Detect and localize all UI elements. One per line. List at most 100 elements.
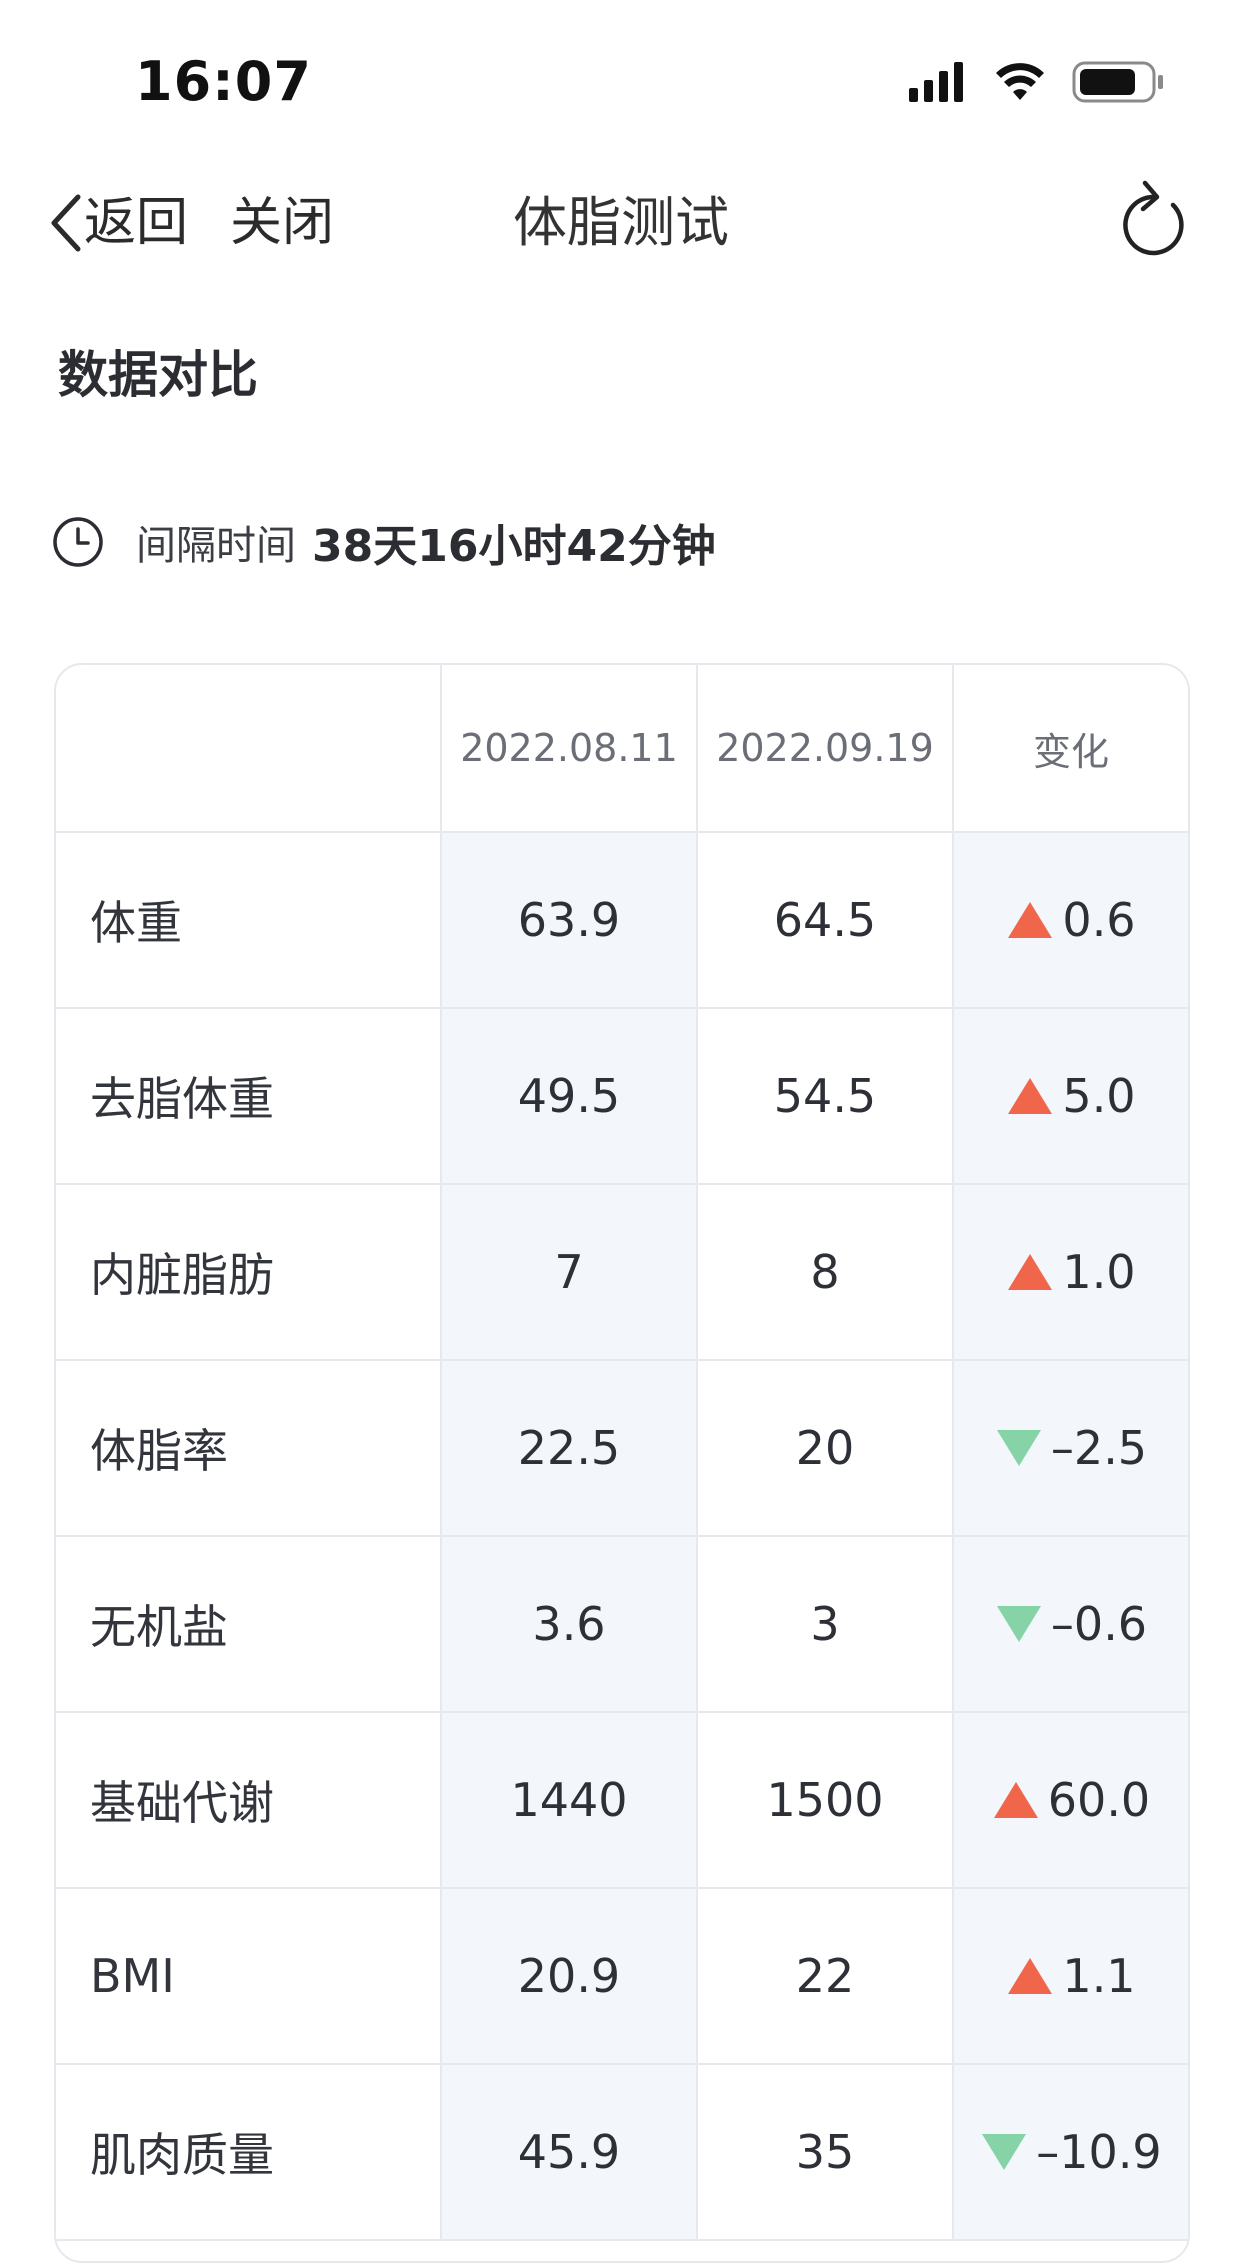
metric-name: 体脂率 bbox=[90, 1424, 228, 1478]
value-date2: 64.5 bbox=[773, 893, 877, 947]
value-date1: 22.5 bbox=[517, 1421, 621, 1475]
value-date2-cell: 22 bbox=[698, 1889, 954, 2063]
value-date1-cell: 22.5 bbox=[442, 1361, 698, 1535]
value-date1: 3.6 bbox=[532, 1597, 606, 1651]
metric-name: 内脏脂肪 bbox=[90, 1248, 274, 1302]
value-date2: 3 bbox=[810, 1597, 840, 1651]
header-cell-date1: 2022.08.11 bbox=[442, 665, 698, 831]
metric-name-cell: 去脂体重 bbox=[56, 1009, 442, 1183]
change-cell: –2.5 bbox=[954, 1361, 1188, 1535]
status-time: 16:07 bbox=[135, 50, 312, 113]
interval-value: 38天16小时42分钟 bbox=[312, 521, 716, 572]
change-cell: 5.0 bbox=[954, 1009, 1188, 1183]
value-date1: 20.9 bbox=[517, 1949, 621, 2003]
triangle-up-icon bbox=[993, 1782, 1038, 1818]
value-date1: 63.9 bbox=[517, 893, 621, 947]
value-date1-cell: 7 bbox=[442, 1185, 698, 1359]
back-button[interactable]: 返回 bbox=[48, 185, 188, 261]
metric-name-cell: 体重 bbox=[56, 833, 442, 1007]
value-date1-cell: 3.6 bbox=[442, 1537, 698, 1711]
value-date2: 20 bbox=[795, 1421, 855, 1475]
change-value: –0.6 bbox=[995, 1597, 1147, 1651]
change-value: 5.0 bbox=[1006, 1069, 1136, 1123]
metric-name: 肌肉质量 bbox=[90, 2128, 274, 2182]
change-value: –10.9 bbox=[980, 2125, 1162, 2179]
change-cell: –10.9 bbox=[954, 2065, 1188, 2239]
change-value: 0.6 bbox=[1006, 893, 1136, 947]
signal-icon bbox=[909, 62, 963, 102]
wifi-icon bbox=[996, 63, 1044, 100]
change-text: 1.0 bbox=[1062, 1245, 1136, 1299]
value-date1: 1440 bbox=[510, 1773, 628, 1827]
metric-name: BMI bbox=[90, 1949, 175, 2003]
change-cell: –0.6 bbox=[954, 1537, 1188, 1711]
comparison-table: 2022.08.11 2022.09.19 变化 体重 63.9 64.5 0.6 去脂… bbox=[54, 663, 1190, 2263]
change-value: 1.1 bbox=[1006, 1949, 1136, 2003]
metric-name: 去脂体重 bbox=[90, 1072, 274, 1126]
metric-name: 体重 bbox=[90, 896, 182, 950]
table-row: 内脏脂肪 7 8 1.0 bbox=[56, 1185, 1188, 1361]
triangle-up-icon bbox=[1008, 902, 1053, 938]
header-cell-change: 变化 bbox=[954, 665, 1188, 831]
metric-name-cell: 肌肉质量 bbox=[56, 2065, 442, 2239]
value-date1-cell: 49.5 bbox=[442, 1009, 698, 1183]
change-text: –10.9 bbox=[1036, 2125, 1162, 2179]
change-text: 5.0 bbox=[1062, 1069, 1136, 1123]
triangle-up-icon bbox=[1008, 1254, 1053, 1290]
change-text: 1.1 bbox=[1062, 1949, 1136, 2003]
table-row: 基础代谢 1440 1500 60.0 bbox=[56, 1713, 1188, 1889]
table-row: 无机盐 3.6 3 –0.6 bbox=[56, 1537, 1188, 1713]
change-cell: 1.1 bbox=[954, 1889, 1188, 2063]
value-date2-cell: 1500 bbox=[698, 1713, 954, 1887]
interval-row: 间隔时间 38天16小时42分钟 bbox=[52, 510, 716, 574]
close-button[interactable]: 关闭 bbox=[230, 185, 334, 261]
value-date1-cell: 20.9 bbox=[442, 1889, 698, 2063]
metric-name: 基础代谢 bbox=[90, 1776, 274, 1830]
value-date2: 22 bbox=[795, 1949, 855, 2003]
header-change-label: 变化 bbox=[1032, 729, 1109, 774]
metric-name-cell: 无机盐 bbox=[56, 1537, 442, 1711]
table-row: BMI 20.9 22 1.1 bbox=[56, 1889, 1188, 2065]
value-date2-cell: 35 bbox=[698, 2065, 954, 2239]
change-value: 60.0 bbox=[992, 1773, 1150, 1827]
header-cell-date2: 2022.09.19 bbox=[698, 665, 954, 831]
table-row: 肌肉质量 45.9 35 –10.9 bbox=[56, 2065, 1188, 2241]
section-title: 数据对比 bbox=[58, 346, 258, 404]
value-date2-cell: 54.5 bbox=[698, 1009, 954, 1183]
interval-label: 间隔时间 bbox=[136, 523, 296, 569]
value-date1-cell: 1440 bbox=[442, 1713, 698, 1887]
value-date2: 54.5 bbox=[773, 1069, 877, 1123]
metric-name-cell: 体脂率 bbox=[56, 1361, 442, 1535]
change-text: 0.6 bbox=[1062, 893, 1136, 947]
value-date2: 1500 bbox=[766, 1773, 884, 1827]
change-text: 60.0 bbox=[1047, 1773, 1151, 1827]
triangle-down-icon bbox=[996, 1430, 1041, 1466]
triangle-down-icon bbox=[996, 1606, 1041, 1642]
header-date1-label: 2022.08.11 bbox=[460, 726, 678, 770]
change-value: 1.0 bbox=[1006, 1245, 1136, 1299]
table-row: 去脂体重 49.5 54.5 5.0 bbox=[56, 1009, 1188, 1185]
value-date2-cell: 64.5 bbox=[698, 833, 954, 1007]
change-cell: 60.0 bbox=[954, 1713, 1188, 1887]
change-text: –2.5 bbox=[1050, 1421, 1148, 1475]
table-row: 体脂率 22.5 20 –2.5 bbox=[56, 1361, 1188, 1537]
value-date2: 35 bbox=[795, 2125, 855, 2179]
metric-name: 无机盐 bbox=[90, 1600, 228, 1654]
clock-icon bbox=[53, 517, 103, 567]
status-bar: 16:07 bbox=[0, 0, 1242, 160]
triangle-down-icon bbox=[982, 2134, 1027, 2170]
header-date2-label: 2022.09.19 bbox=[716, 726, 934, 770]
value-date2: 8 bbox=[810, 1245, 840, 1299]
triangle-up-icon bbox=[1008, 1078, 1053, 1114]
refresh-icon[interactable] bbox=[1115, 175, 1191, 265]
change-text: –0.6 bbox=[1050, 1597, 1148, 1651]
metric-name-cell: 基础代谢 bbox=[56, 1713, 442, 1887]
value-date2-cell: 3 bbox=[698, 1537, 954, 1711]
change-cell: 0.6 bbox=[954, 833, 1188, 1007]
value-date2-cell: 8 bbox=[698, 1185, 954, 1359]
chevron-left-icon bbox=[51, 194, 81, 252]
change-value: –2.5 bbox=[995, 1421, 1147, 1475]
status-icons bbox=[909, 61, 1163, 103]
metric-name-cell: 内脏脂肪 bbox=[56, 1185, 442, 1359]
triangle-up-icon bbox=[1008, 1958, 1053, 1994]
